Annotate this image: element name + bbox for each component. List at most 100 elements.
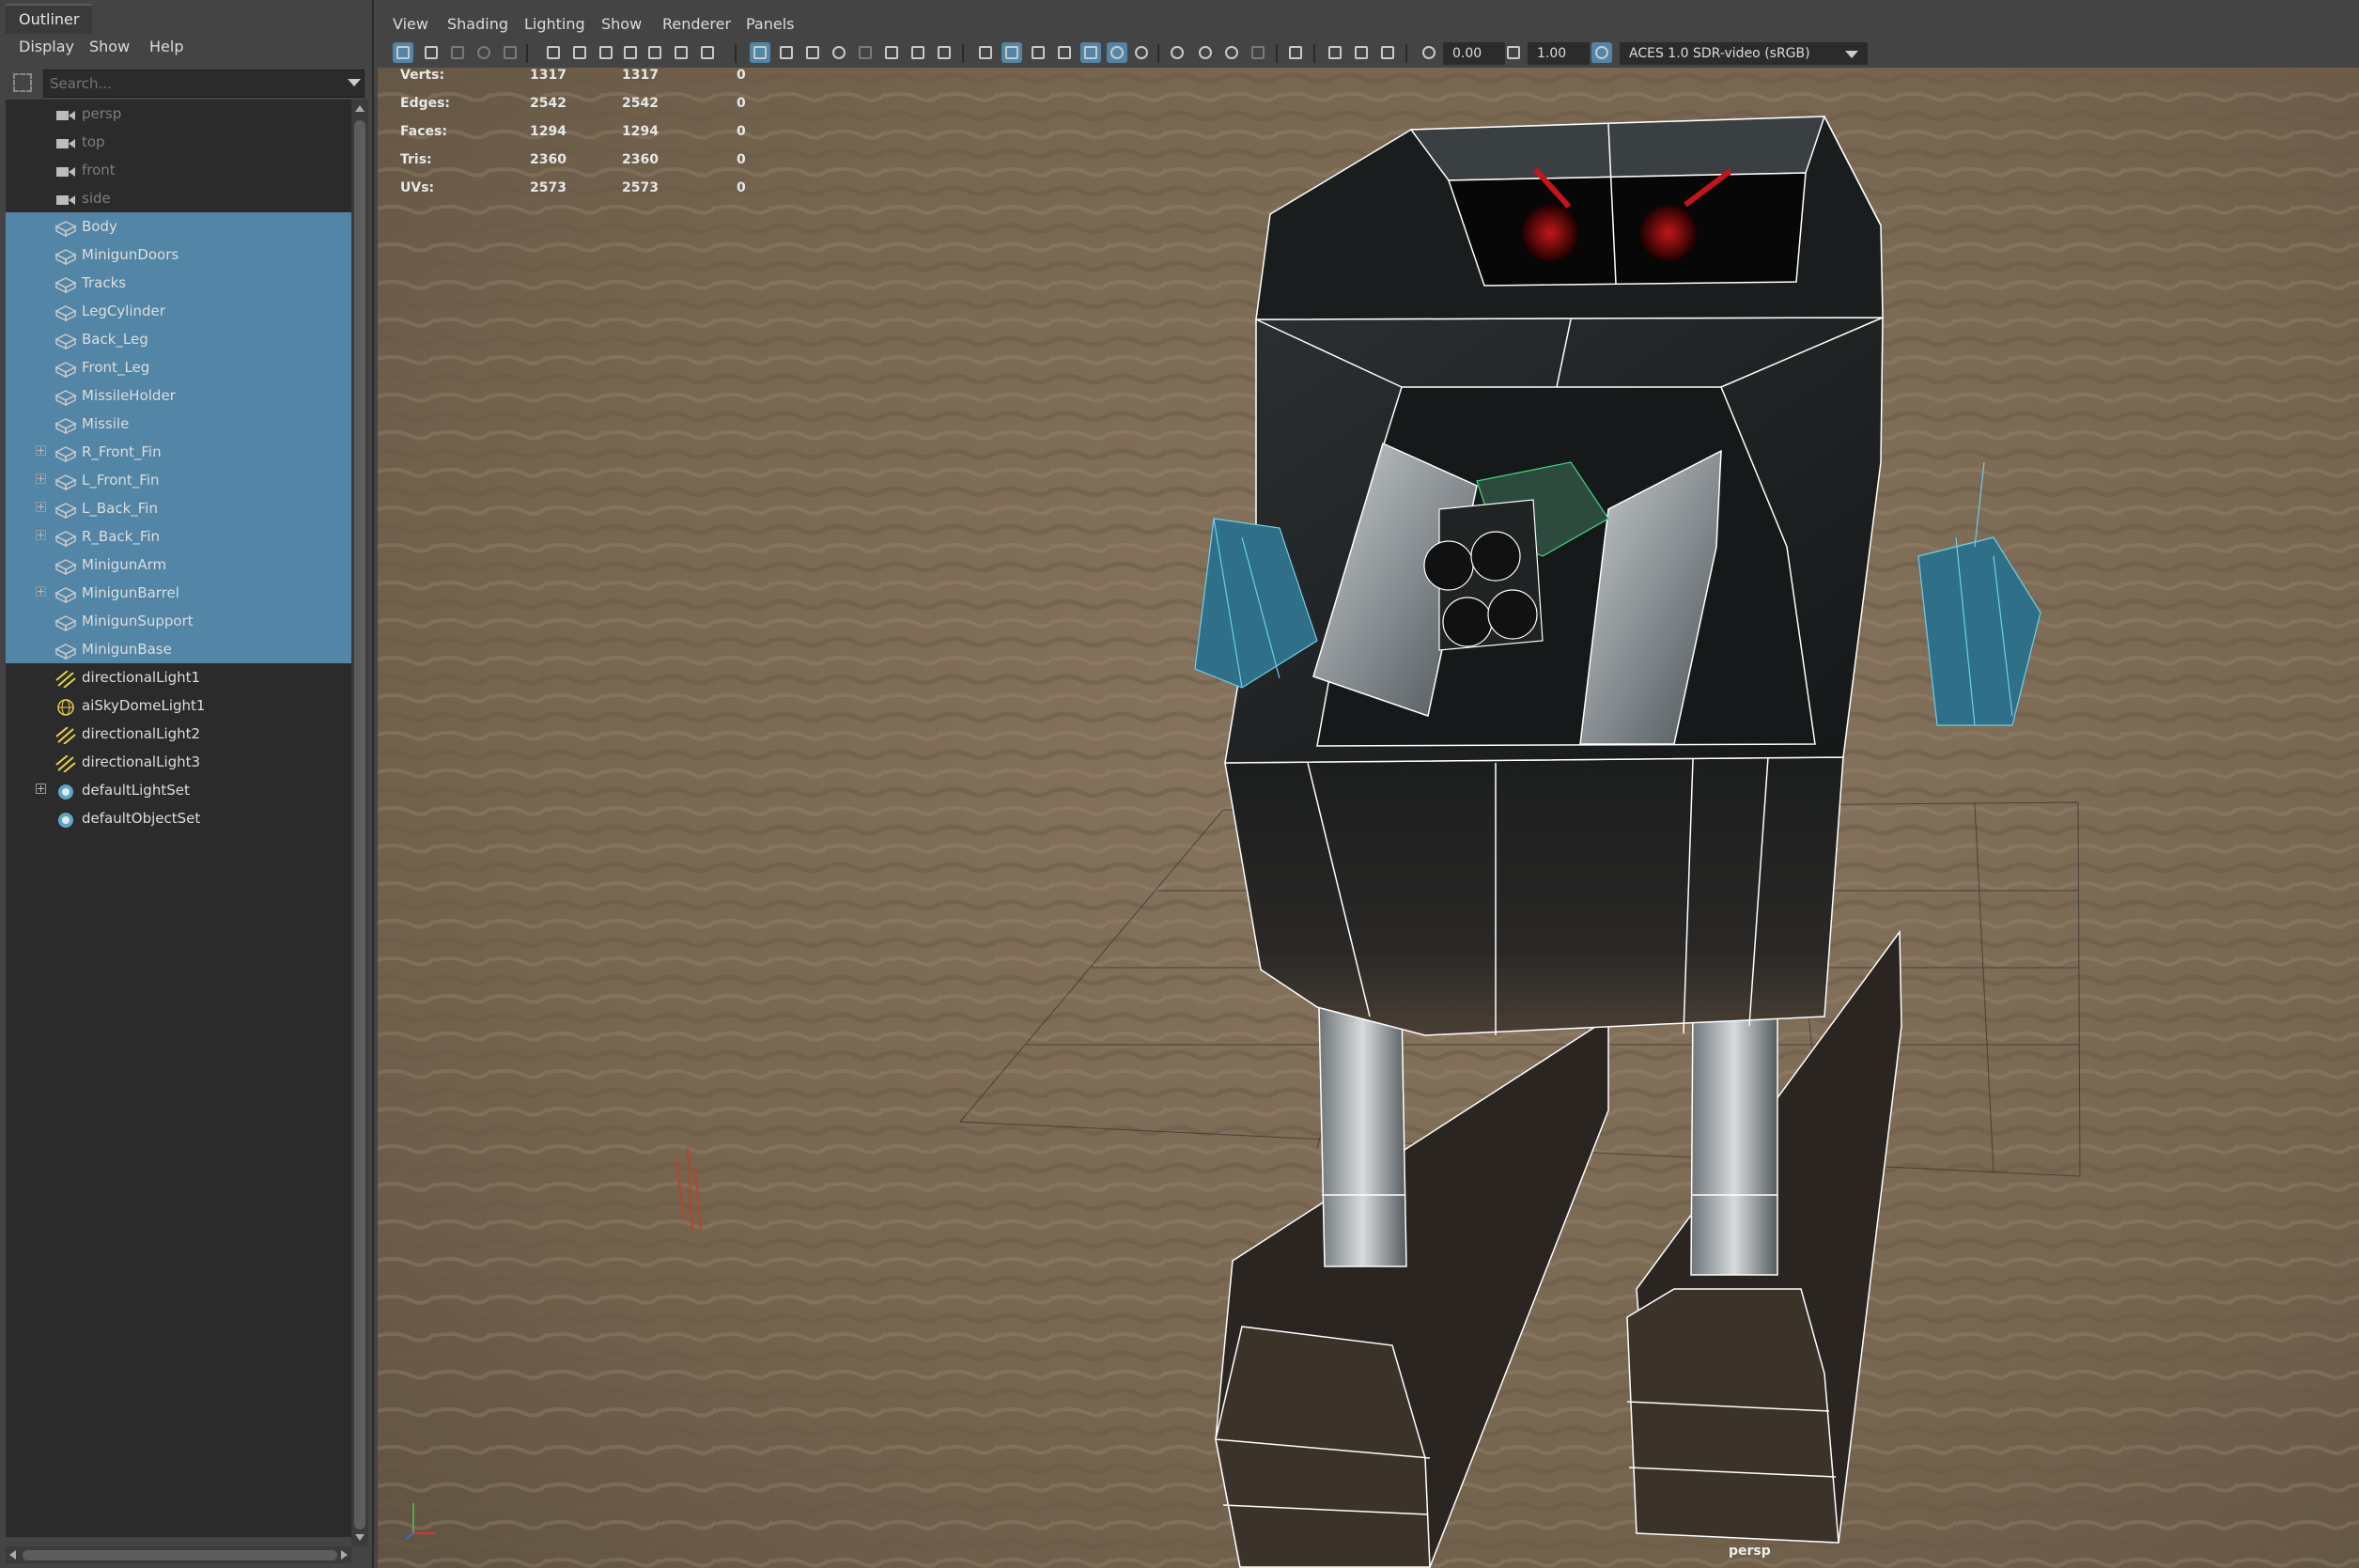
scroll-up-icon[interactable] (355, 105, 365, 112)
scroll-thumb[interactable] (354, 120, 365, 1529)
outliner-item[interactable]: top (6, 128, 351, 156)
menu-panels[interactable]: Panels (746, 15, 795, 33)
exposure-icon[interactable] (1419, 42, 1439, 63)
camera-lock-icon[interactable] (569, 42, 590, 63)
outliner-item-label: aiSkyDomeLight1 (82, 697, 206, 714)
outliner-item[interactable]: directionalLight3 (6, 748, 351, 776)
ambient-occlusion-icon[interactable] (1248, 42, 1268, 63)
camera-icon (54, 190, 77, 207)
scroll-right-icon[interactable] (341, 1550, 348, 1560)
safe-title-icon[interactable] (908, 42, 928, 63)
smooth-shade-icon[interactable] (1001, 42, 1022, 63)
outliner-item[interactable]: directionalLight1 (6, 663, 351, 691)
grease-pencil-icon[interactable] (543, 42, 564, 63)
outliner-item[interactable]: directionalLight2 (6, 720, 351, 748)
wireframe-icon[interactable] (975, 42, 996, 63)
outliner-item[interactable]: defaultObjectSet (6, 804, 351, 832)
textured-icon[interactable] (1080, 42, 1101, 63)
use-lights-icon[interactable] (1107, 42, 1127, 63)
film-gate-icon[interactable] (776, 42, 797, 63)
menu-shading[interactable]: Shading (447, 15, 508, 33)
color-management-icon[interactable] (1591, 42, 1612, 63)
camera-attributes-icon[interactable] (421, 42, 442, 63)
outliner-item[interactable]: persp (6, 100, 351, 128)
menu-renderer[interactable]: Renderer (662, 15, 731, 33)
safe-action-icon[interactable] (881, 42, 902, 63)
search-input[interactable] (43, 70, 365, 98)
outliner-item[interactable]: L_Back_Fin (6, 494, 351, 522)
selection-filter-icon[interactable] (13, 73, 32, 92)
outliner-item[interactable]: Missile (6, 410, 351, 438)
outliner-item[interactable]: MissileHolder (6, 381, 351, 410)
outliner-item[interactable]: MinigunSupport (6, 607, 351, 635)
camera-film-icon[interactable] (596, 42, 616, 63)
hscroll-thumb[interactable] (23, 1550, 337, 1560)
motion-blur-icon[interactable] (1351, 42, 1372, 63)
outliner-item[interactable]: MinigunBarrel (6, 579, 351, 607)
two-d-pan-icon[interactable] (500, 42, 520, 63)
bookmark-icon[interactable] (620, 42, 641, 63)
outliner-item[interactable]: MinigunArm (6, 551, 351, 579)
outliner-item[interactable]: side (6, 184, 351, 212)
outliner-item[interactable]: L_Front_Fin (6, 466, 351, 494)
exposure-field[interactable]: 0.00 (1443, 42, 1505, 65)
search-dropdown-icon[interactable] (348, 79, 361, 86)
resolution-gate-icon[interactable] (802, 42, 823, 63)
outliner-item[interactable]: aiSkyDomeLight1 (6, 691, 351, 720)
image-plane-icon[interactable] (473, 42, 494, 63)
expand-icon[interactable] (36, 586, 46, 597)
scroll-left-icon[interactable] (9, 1550, 16, 1560)
transform-icon[interactable] (671, 42, 691, 63)
default-material-icon[interactable] (1028, 42, 1048, 63)
anti-aliasing-icon[interactable] (1285, 42, 1306, 63)
outliner-item[interactable]: MinigunBase (6, 635, 351, 663)
xray-icon[interactable] (1167, 42, 1187, 63)
outliner-item[interactable]: Body (6, 212, 351, 241)
expand-icon[interactable] (36, 502, 46, 512)
shadows-icon[interactable] (1131, 42, 1152, 63)
grid-icon[interactable] (750, 42, 770, 63)
bookmarks-icon[interactable] (447, 42, 468, 63)
outliner-item[interactable]: front (6, 156, 351, 184)
outliner-item[interactable]: Front_Leg (6, 353, 351, 381)
pencil-icon[interactable] (697, 42, 718, 63)
outliner-item-label: Body (82, 218, 117, 235)
camera-icon (54, 162, 77, 179)
menu-display[interactable]: Display (19, 38, 74, 55)
field-chart-icon[interactable] (855, 42, 876, 63)
outliner-tab[interactable]: Outliner (6, 4, 93, 34)
gamma-field[interactable]: 1.00 (1528, 42, 1590, 65)
vertical-scrollbar[interactable] (351, 100, 368, 1546)
outliner-item[interactable]: Back_Leg (6, 325, 351, 353)
outliner-item[interactable]: LegCylinder (6, 297, 351, 325)
screen-space-reflection-icon[interactable] (1377, 42, 1398, 63)
backface-culling-icon[interactable] (1221, 42, 1242, 63)
expand-icon[interactable] (36, 784, 46, 794)
select-camera-icon[interactable] (393, 42, 413, 63)
isolate-select-icon[interactable] (934, 42, 954, 63)
outliner-item[interactable]: MinigunDoors (6, 241, 351, 269)
expand-icon[interactable] (36, 474, 46, 484)
horizontal-scrollbar[interactable] (6, 1546, 351, 1563)
outliner-item[interactable]: R_Back_Fin (6, 522, 351, 551)
color-space-select[interactable]: ACES 1.0 SDR-video (sRGB) (1620, 42, 1868, 65)
menu-view[interactable]: View (393, 15, 428, 33)
snap-icon[interactable] (644, 42, 665, 63)
gamma-icon[interactable] (1503, 42, 1524, 63)
gate-mask-icon[interactable] (829, 42, 849, 63)
wireframe-on-shaded-icon[interactable] (1054, 42, 1075, 63)
menu-help[interactable]: Help (149, 38, 183, 55)
scroll-down-icon[interactable] (355, 1534, 365, 1541)
xray-joints-icon[interactable] (1195, 42, 1216, 63)
depth-of-field-icon[interactable] (1325, 42, 1345, 63)
color-space-dropdown-icon[interactable] (1845, 51, 1858, 58)
menu-lighting[interactable]: Lighting (524, 15, 585, 33)
menu-show[interactable]: Show (89, 38, 130, 55)
outliner-item[interactable]: Tracks (6, 269, 351, 297)
expand-icon[interactable] (36, 530, 46, 540)
outliner-item[interactable]: R_Front_Fin (6, 438, 351, 466)
outliner-item[interactable]: defaultLightSet (6, 776, 351, 804)
expand-icon[interactable] (36, 445, 46, 456)
viewport-3d-scene[interactable] (378, 68, 2359, 1568)
menu-show[interactable]: Show (601, 15, 642, 33)
